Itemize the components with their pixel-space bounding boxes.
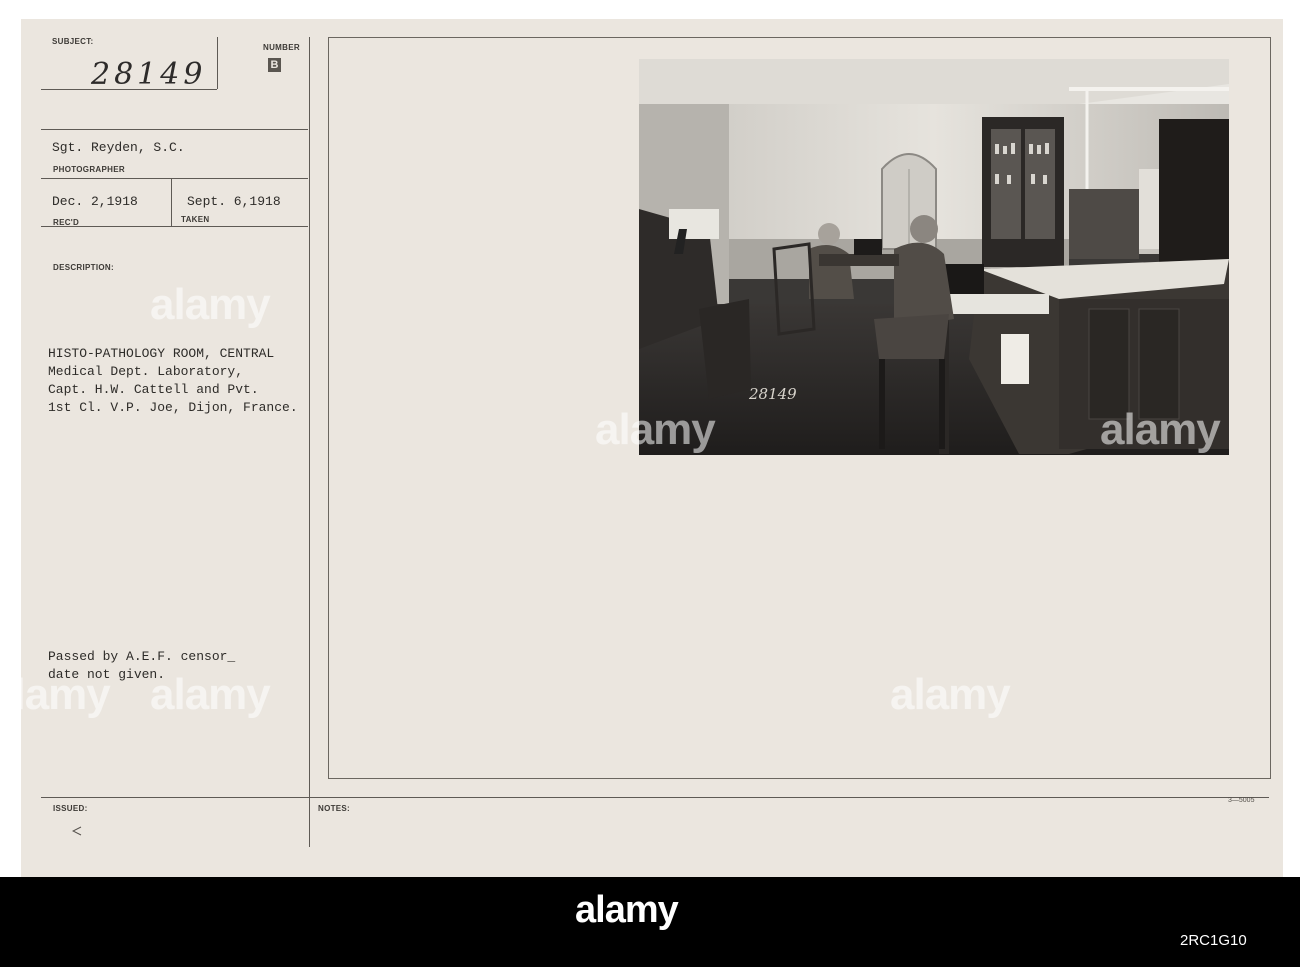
photographer-label: PHOTOGRAPHER [53, 165, 125, 174]
description-label: DESCRIPTION: [53, 263, 114, 272]
watermark: alamy [150, 280, 271, 329]
description-line-2: Medical Dept. Laboratory, [48, 364, 244, 379]
censor-line-1: Passed by A.E.F. censor_ [48, 649, 236, 664]
image-id: 2RC1G10 [1180, 932, 1247, 949]
watermark: alamy [0, 670, 111, 719]
form-code: 3—5005 [1228, 797, 1255, 804]
description-line-1: HISTO-PATHOLOGY ROOM, CENTRAL [48, 346, 275, 361]
photographer-name: Sgt. Reyden, S.C. [52, 140, 185, 155]
photo-caption: 28149 [748, 385, 797, 403]
subject-label: SUBJECT: [52, 37, 94, 46]
taken-label: TAKEN [181, 215, 210, 224]
number-label: NUMBER [263, 43, 300, 52]
description-line-4: 1st Cl. V.P. Joe, Dijon, France. [48, 400, 298, 415]
watermark: alamy [150, 670, 271, 719]
watermark: alamy [1100, 405, 1221, 454]
watermark: alamy [595, 405, 716, 454]
subject-number: 28149 [91, 57, 207, 92]
number-stamp: B [268, 58, 281, 72]
notes-label: NOTES: [318, 804, 351, 813]
lab-photograph: 28149 [639, 59, 1229, 455]
watermark: alamy [890, 670, 1011, 719]
taken-date: Sept. 6,1918 [187, 194, 281, 209]
issued-label: ISSUED: [53, 804, 88, 813]
received-date: Dec. 2,1918 [52, 194, 138, 209]
alamy-logo[interactable]: alamy [575, 889, 679, 932]
issued-triangle-icon [72, 826, 82, 836]
description-line-3: Capt. H.W. Cattell and Pvt. [48, 382, 259, 397]
